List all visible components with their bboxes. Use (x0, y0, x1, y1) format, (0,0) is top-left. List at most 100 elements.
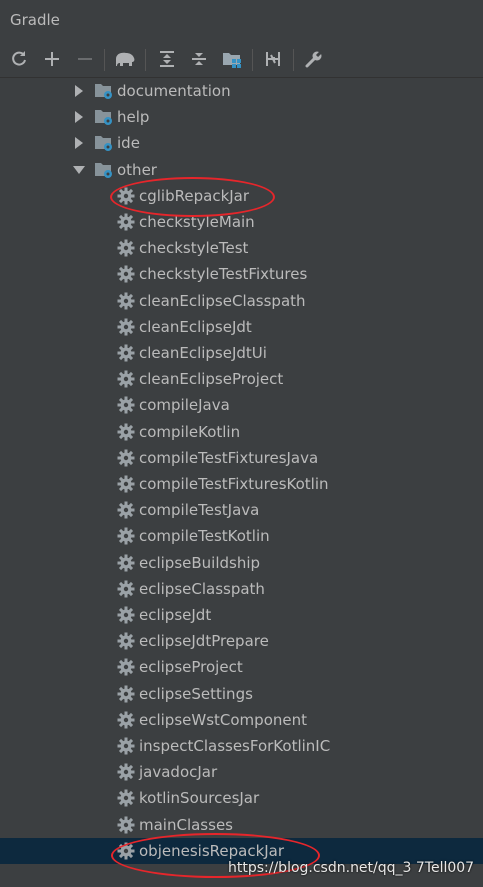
task-item[interactable]: compileJava (0, 392, 483, 418)
gear-icon (117, 842, 135, 860)
task-item[interactable]: cleanEclipseJdtUi (0, 340, 483, 366)
task-group-folder-icon (94, 108, 114, 126)
elephant-icon[interactable] (113, 47, 137, 71)
task-item[interactable]: compileTestFixturesKotlin (0, 471, 483, 497)
task-label: checkstyleMain (139, 213, 255, 231)
remove-icon[interactable] (73, 47, 97, 71)
task-label: compileTestJava (139, 501, 260, 520)
gear-icon (117, 475, 135, 493)
chevron-right-icon[interactable] (73, 85, 85, 97)
gear-icon (117, 632, 135, 650)
task-item[interactable]: cleanEclipseProject (0, 366, 483, 392)
gear-icon (117, 711, 135, 729)
gear-icon (117, 816, 135, 834)
chevron-right-icon[interactable] (73, 111, 85, 124)
task-item[interactable]: compileTestKotlin (0, 523, 483, 549)
settings-wrench-icon[interactable] (302, 47, 326, 71)
gear-icon (117, 344, 135, 362)
toolbar-separator (145, 49, 146, 71)
task-label: eclipseWstComponent (139, 710, 307, 729)
task-item[interactable]: compileTestJava (0, 497, 483, 523)
gradle-panel-header: Gradle (0, 0, 483, 40)
task-label: checkstyleTest (139, 239, 249, 258)
gear-icon (117, 606, 135, 624)
gear-icon (117, 370, 135, 388)
task-label: mainClasses (139, 815, 233, 834)
task-item[interactable]: eclipseJdt (0, 602, 483, 628)
toggle-offline-icon[interactable] (261, 47, 285, 71)
task-item[interactable]: eclipseSettings (0, 681, 483, 707)
task-tree: documentation help ide other cglibRepackJar c… (0, 78, 483, 887)
task-group-folder-icon (94, 82, 114, 100)
task-item[interactable]: inspectClassesForKotlinIC (0, 733, 483, 759)
gear-icon (117, 239, 135, 257)
chevron-right-icon[interactable] (73, 137, 85, 150)
expand-all-icon[interactable] (155, 47, 179, 71)
chevron-down-icon[interactable] (73, 164, 85, 176)
task-label: eclipseSettings (139, 684, 253, 703)
task-item[interactable]: cglibRepackJar (0, 183, 483, 209)
task-item[interactable]: eclipseWstComponent (0, 707, 483, 733)
task-label: javadocJar (139, 763, 218, 782)
task-label: eclipseJdt (139, 606, 212, 624)
task-item[interactable]: compileKotlin (0, 419, 483, 445)
gear-icon (117, 580, 135, 598)
task-label: cleanEclipseProject (139, 370, 284, 389)
tree-group-label: help (117, 108, 150, 127)
gear-icon (117, 213, 135, 231)
task-label: cleanEclipseJdtUi (139, 344, 267, 362)
gear-icon (117, 501, 135, 519)
tree-group-label: documentation (117, 82, 231, 100)
add-icon[interactable] (40, 47, 64, 71)
task-item[interactable]: kotlinSourcesJar (0, 785, 483, 811)
gear-icon (117, 658, 135, 676)
tree-group-label: ide (117, 134, 140, 153)
tree-group-2[interactable]: ide (0, 130, 483, 156)
task-item[interactable]: javadocJar (0, 759, 483, 785)
gear-icon (117, 187, 135, 205)
gear-icon (117, 685, 135, 703)
task-item[interactable]: mainClasses (0, 812, 483, 838)
toolbar-separator (293, 49, 294, 71)
module-folder-icon[interactable] (220, 47, 244, 71)
task-item[interactable]: eclipseJdtPrepare (0, 628, 483, 654)
gear-icon (117, 737, 135, 755)
task-label: kotlinSourcesJar (139, 789, 260, 808)
task-label: compileKotlin (139, 422, 241, 441)
task-label: eclipseJdtPrepare (139, 632, 269, 651)
tree-group-1[interactable]: help (0, 104, 483, 130)
gear-icon (117, 789, 135, 807)
gradle-toolbar (0, 41, 483, 78)
task-item[interactable]: checkstyleTest (0, 235, 483, 261)
task-item[interactable]: eclipseClasspath (0, 576, 483, 602)
task-label: eclipseBuildship (139, 553, 261, 572)
collapse-all-icon[interactable] (187, 47, 211, 71)
task-label: eclipseProject (139, 658, 243, 677)
task-item[interactable]: cleanEclipseJdt (0, 314, 483, 340)
refresh-icon[interactable] (7, 47, 31, 71)
task-item[interactable]: checkstyleTestFixtures (0, 261, 483, 287)
task-label: cleanEclipseJdt (139, 317, 252, 336)
gear-icon (117, 265, 135, 283)
task-item[interactable]: eclipseBuildship (0, 550, 483, 576)
panel-title: Gradle (10, 11, 60, 29)
toolbar-separator (104, 49, 105, 71)
task-label: cglibRepackJar (139, 186, 250, 205)
task-item[interactable]: eclipseProject (0, 654, 483, 680)
tree-group-3[interactable]: other (0, 157, 483, 183)
gear-icon (117, 318, 135, 336)
gear-icon (117, 423, 135, 441)
gear-icon (117, 554, 135, 572)
tree-group-0[interactable]: documentation (0, 78, 483, 104)
task-group-folder-icon (94, 161, 114, 179)
task-item[interactable]: checkstyleMain (0, 209, 483, 235)
task-item[interactable]: compileTestFixturesJava (0, 445, 483, 471)
gear-icon (117, 527, 135, 545)
task-group-folder-icon (94, 134, 114, 152)
task-item[interactable]: cleanEclipseClasspath (0, 288, 483, 314)
gear-icon (117, 449, 135, 467)
gear-icon (117, 396, 135, 414)
gear-icon (117, 763, 135, 781)
watermark-text: https://blog.csdn.net/qq_3 7Tell007 (228, 860, 475, 876)
toolbar-separator (252, 49, 253, 71)
